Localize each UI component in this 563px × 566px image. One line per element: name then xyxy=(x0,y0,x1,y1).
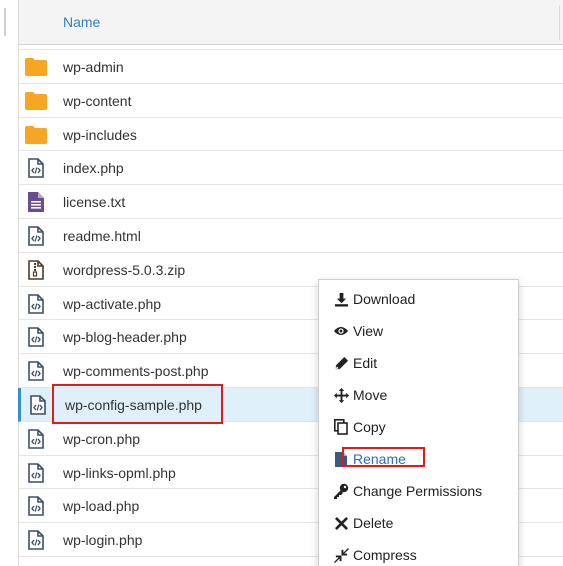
left-panel-edge xyxy=(0,0,16,566)
file-manager: Name wp-admin wp-content wp-includes ind… xyxy=(0,0,563,566)
file-name: wp-load.php xyxy=(63,498,140,515)
file-name: wp-content xyxy=(63,92,132,109)
context-menu: Download View Edit Move Copy Rename Chan… xyxy=(318,279,519,566)
code-file-icon xyxy=(25,495,47,517)
table-row[interactable]: wp-includes xyxy=(19,117,563,152)
menu-item-compress[interactable]: Compress xyxy=(319,542,518,566)
menu-item-copy[interactable]: Copy xyxy=(319,414,518,442)
code-file-icon xyxy=(25,157,47,179)
menu-item-move[interactable]: Move xyxy=(319,382,518,410)
menu-item-view[interactable]: View xyxy=(319,318,518,346)
folder-icon xyxy=(25,124,47,146)
table-row[interactable]: wp-admin xyxy=(19,50,563,84)
name-column-header[interactable]: Name xyxy=(63,14,100,30)
rename-annotation xyxy=(342,447,425,467)
move-arrows-icon xyxy=(333,387,349,403)
table-row[interactable]: license.txt xyxy=(19,185,563,219)
menu-item-label: Edit xyxy=(353,355,378,371)
menu-item-label: Copy xyxy=(353,419,386,435)
menu-item-edit[interactable]: Edit xyxy=(319,350,518,378)
menu-item-label: Move xyxy=(353,387,388,403)
key-icon xyxy=(333,483,349,499)
menu-item-label: Delete xyxy=(353,515,394,531)
panel-divider xyxy=(4,8,6,36)
file-name: wp-admin xyxy=(63,59,124,75)
text-file-icon xyxy=(25,191,47,213)
code-file-icon xyxy=(25,529,47,551)
menu-item-change-permissions[interactable]: Change Permissions xyxy=(319,478,518,506)
file-name: wp-links-opml.php xyxy=(63,464,176,481)
compress-icon xyxy=(333,547,349,563)
code-file-icon xyxy=(25,293,47,315)
selected-file-annotation xyxy=(52,384,223,424)
menu-item-label: Download xyxy=(353,291,416,307)
file-name: wp-activate.php xyxy=(63,295,162,312)
menu-item-download[interactable]: Download xyxy=(319,286,518,314)
folder-icon xyxy=(25,56,47,78)
file-name: readme.html xyxy=(63,227,141,244)
table-row[interactable]: index.php xyxy=(19,151,563,186)
file-name: wp-blog-header.php xyxy=(63,329,187,346)
menu-item-label: Change Permissions xyxy=(353,483,483,499)
file-name: wordpress-5.0.3.zip xyxy=(63,261,186,278)
menu-item-label: Compress xyxy=(353,547,417,563)
file-name: wp-comments-post.php xyxy=(63,363,209,380)
menu-item-label: View xyxy=(353,323,384,339)
table-row[interactable]: wp-content xyxy=(19,83,563,118)
download-icon xyxy=(333,291,349,307)
zip-file-icon xyxy=(25,259,47,281)
folder-icon xyxy=(25,90,47,112)
file-name: wp-includes xyxy=(63,126,137,143)
file-name: license.txt xyxy=(63,194,126,211)
code-file-icon xyxy=(25,462,47,484)
file-name: wp-login.php xyxy=(63,532,143,549)
eye-icon xyxy=(333,323,349,339)
file-name: wp-cron.php xyxy=(63,430,141,447)
code-file-icon xyxy=(25,326,47,348)
file-name: index.php xyxy=(63,160,124,177)
copy-icon xyxy=(333,419,349,435)
code-file-icon xyxy=(25,225,47,247)
pencil-icon xyxy=(333,355,349,371)
menu-item-delete[interactable]: Delete xyxy=(319,510,518,538)
table-header: Name xyxy=(19,0,563,45)
code-file-icon xyxy=(25,360,47,382)
code-file-icon xyxy=(25,428,47,450)
column-separator xyxy=(559,6,560,40)
code-file-icon xyxy=(27,394,49,416)
x-icon xyxy=(333,515,349,531)
table-row[interactable]: readme.html xyxy=(19,218,563,253)
